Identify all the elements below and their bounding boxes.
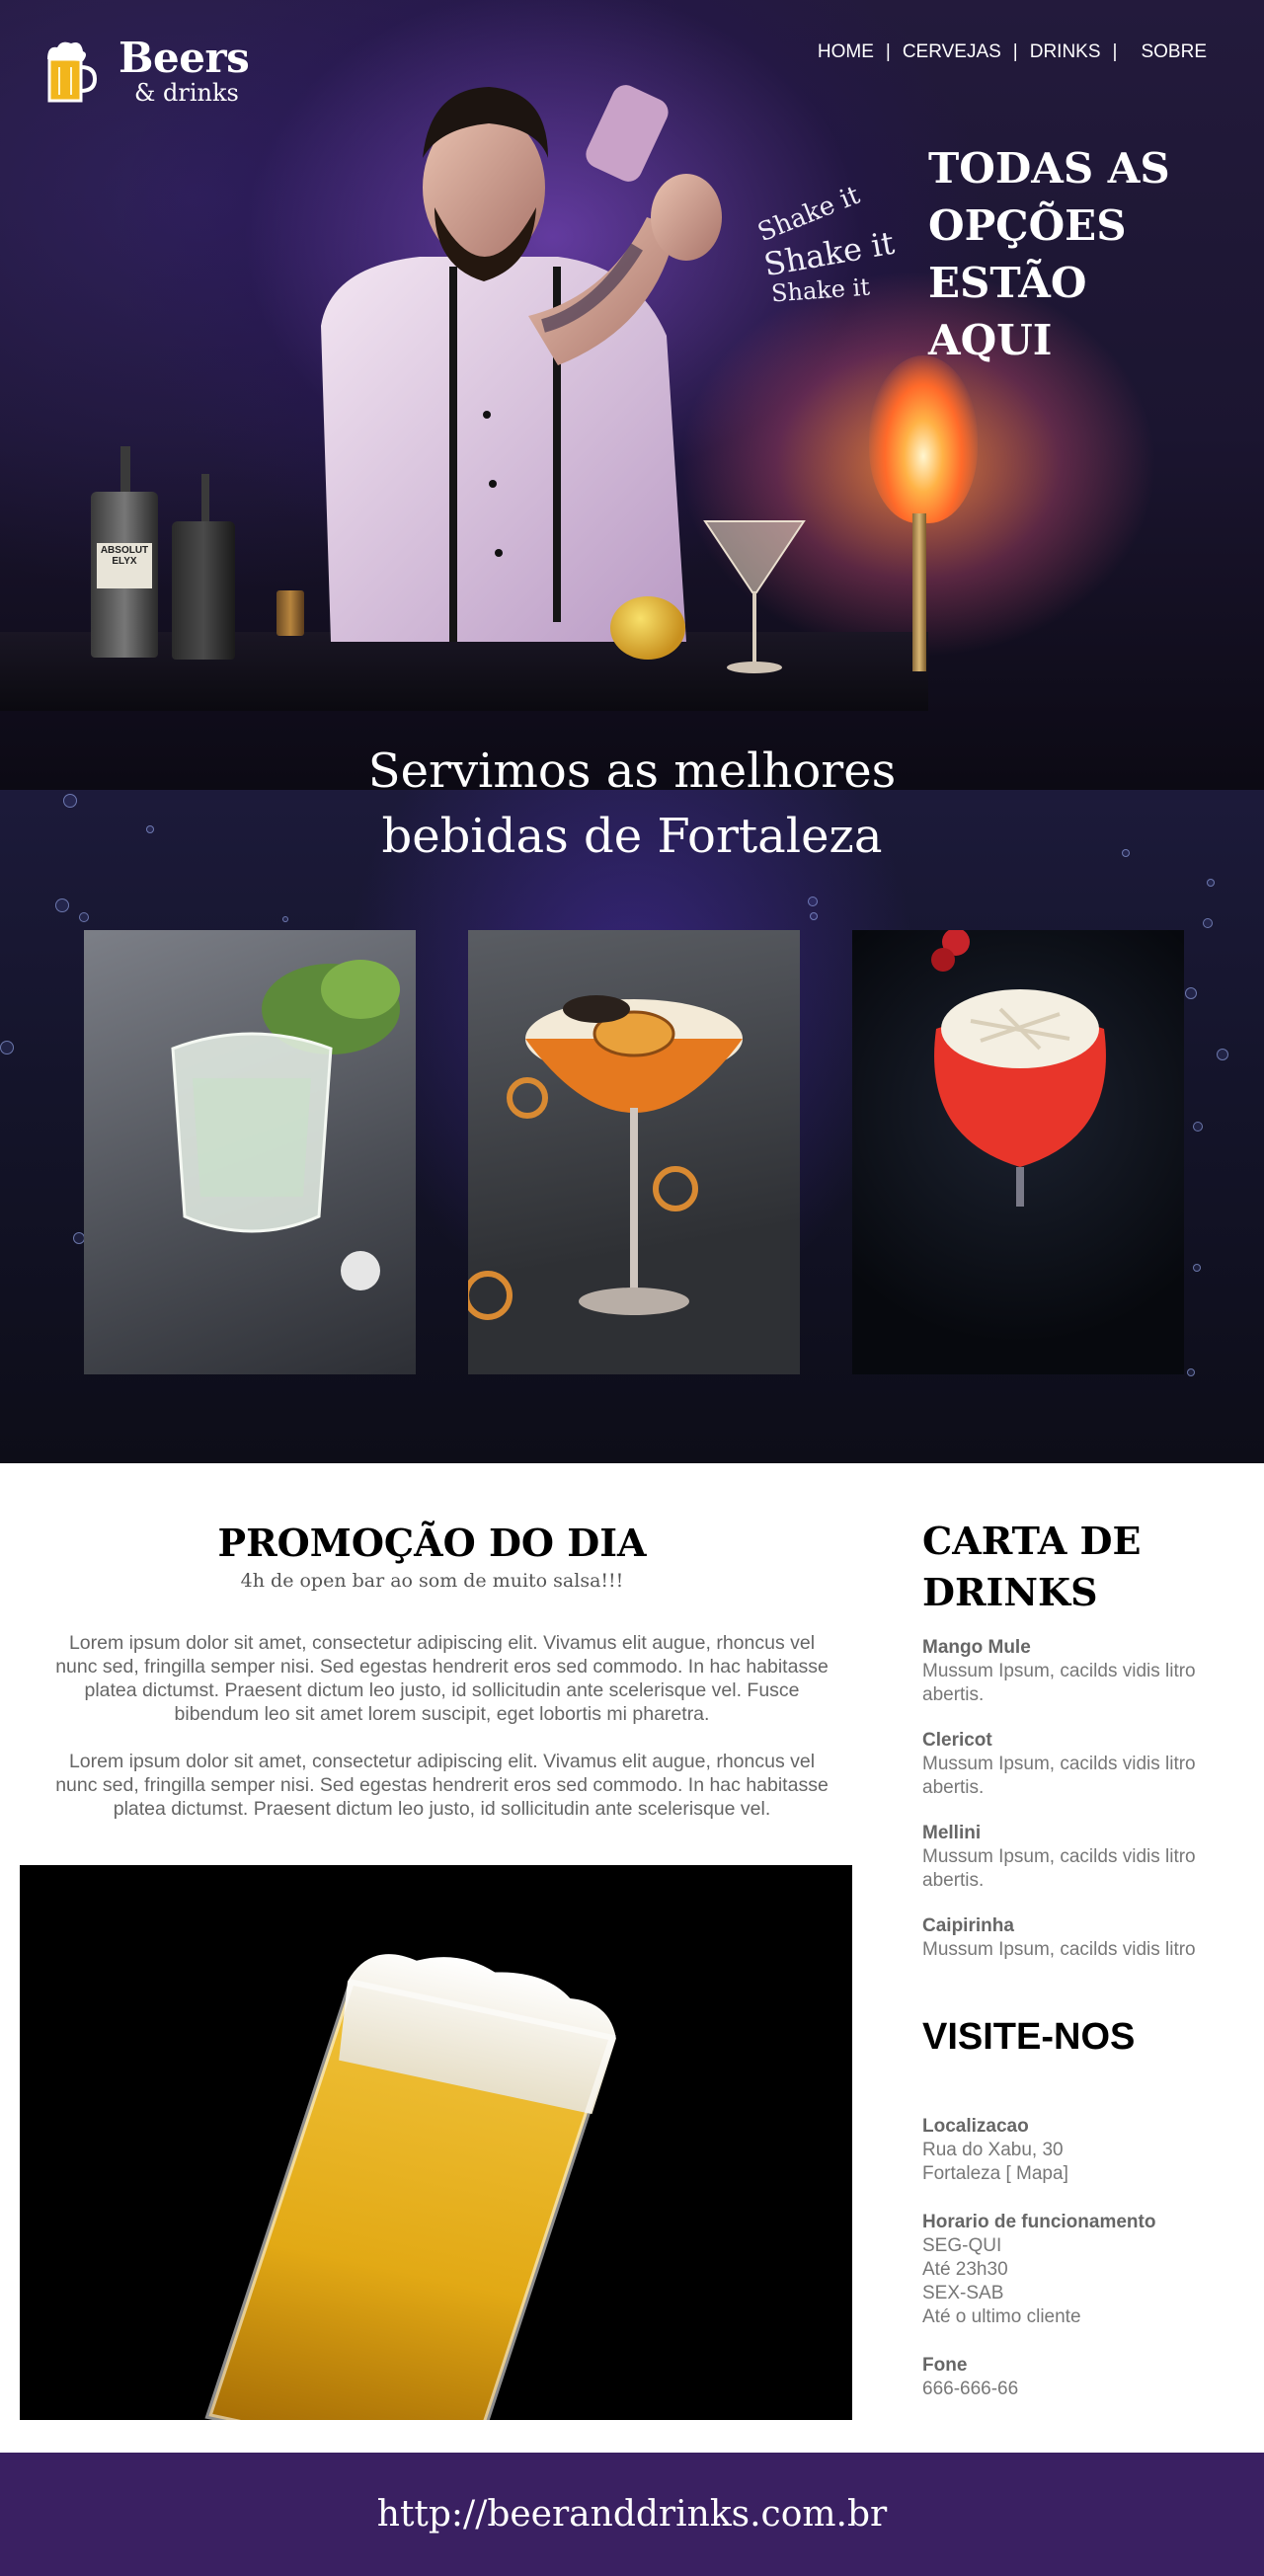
menu-item-name: Mango Mule	[922, 1637, 1031, 1658]
menu-item-desc: Mussum Ipsum, cacilds vidis litro	[922, 1846, 1196, 1867]
drinks-gallery: Servimos as melhores bebidas de Fortalez…	[0, 743, 1264, 1463]
page: ABSOLUT ELYX Beers & drinks HOME | CERVE…	[0, 0, 1264, 2576]
brand-subtitle: & drinks	[134, 79, 239, 107]
paragraph-line: Lorem ipsum dolor sit amet, consectetur …	[68, 1632, 816, 1654]
lemon-image	[610, 596, 685, 660]
hours-label: Horario de funcionamento	[922, 2212, 1156, 2232]
paragraph-line: nunc sed, fringilla semper nisi. Sed ege…	[55, 1656, 829, 1678]
hours-line: Até o ultimo cliente	[922, 2306, 1081, 2327]
drink-photo-orange-cocktail[interactable]	[468, 930, 800, 1374]
fire-image	[869, 355, 978, 523]
promo-title: PROMOÇÃO DO DIA	[217, 1521, 647, 1565]
menu-item: Clericot Mussum Ipsum, cacilds vidis lit…	[922, 1729, 1248, 1800]
location-info: Localizacao Rua do Xabu, 30 Fortaleza [ …	[922, 2115, 1248, 2186]
paragraph-line: Lorem ipsum dolor sit amet, consectetur …	[68, 1751, 816, 1772]
hours-line: SEG-QUI	[922, 2235, 1002, 2256]
menu-item-desc: Mussum Ipsum, cacilds vidis litro	[922, 1661, 1196, 1681]
address-line: Rua do Xabu, 30	[922, 2140, 1064, 2160]
menu-item-desc: Mussum Ipsum, cacilds vidis litro	[922, 1754, 1196, 1774]
promo-paragraph-1: Lorem ipsum dolor sit amet, consectetur …	[40, 1631, 844, 1726]
drink-photo-red-cocktail[interactable]	[852, 930, 1184, 1374]
nav-home[interactable]: HOME	[806, 41, 886, 63]
address-line[interactable]: Fortaleza [ Mapa]	[922, 2162, 1248, 2186]
tagline-line: TODAS AS	[928, 144, 1170, 193]
footer-url-link[interactable]: http://beeranddrinks.com.br	[377, 2494, 887, 2535]
nav-cervejas[interactable]: CERVEJAS	[891, 41, 1013, 63]
phone-label: Fone	[922, 2355, 968, 2376]
nav-separator: |	[1112, 41, 1118, 62]
bartender-image	[321, 85, 722, 642]
bottle-neck	[120, 446, 130, 494]
beer-glass-photo	[20, 1865, 852, 2420]
title-line: bebidas de Fortaleza	[381, 809, 883, 864]
phone-number[interactable]: 666-666-66	[922, 2378, 1248, 2401]
site-logo[interactable]: Beers & drinks	[45, 34, 263, 113]
paragraph-line: bibendum leo sit amet lorem suscipit, eg…	[174, 1703, 710, 1725]
main-nav: HOME | CERVEJAS | DRINKS | SOBRE	[806, 41, 1219, 63]
jigger-image	[276, 590, 304, 636]
footer: http://beeranddrinks.com.br	[0, 2453, 1264, 2576]
menu-item: Mellini Mussum Ipsum, cacilds vidis litr…	[922, 1822, 1248, 1893]
paragraph-line: nunc sed, fringilla semper nisi. Sed ege…	[55, 1774, 829, 1796]
bottle-label: ABSOLUT ELYX	[97, 543, 152, 588]
title-line: Servimos as melhores	[367, 743, 897, 799]
promo-paragraph-2: Lorem ipsum dolor sit amet, consectetur …	[40, 1750, 844, 1821]
drinks-menu: CARTA DE DRINKS Mango Mule Mussum Ipsum,…	[922, 1516, 1248, 1962]
shake-it-text: Shake it Shake it Shake it	[753, 178, 904, 316]
menu-item-desc: abertis.	[922, 1777, 985, 1798]
menu-item-desc: Mussum Ipsum, cacilds vidis litro	[922, 1939, 1196, 1960]
promo-subtitle: 4h de open bar ao som de muito salsa!!!	[240, 1570, 624, 1592]
beer-mug-icon	[47, 41, 97, 103]
phone-info: Fone 666-666-66	[922, 2354, 1248, 2401]
tagline-line: ESTÃO AQUI	[928, 259, 1087, 364]
shake-it-line: Shake it	[770, 273, 871, 308]
menu-item: Mango Mule Mussum Ipsum, cacilds vidis l…	[922, 1636, 1248, 1707]
red-cocktail-image	[931, 930, 1106, 1207]
drink-photo-mojito[interactable]	[84, 930, 416, 1374]
menu-item: Caipirinha Mussum Ipsum, cacilds vidis l…	[922, 1914, 1248, 1962]
brand-name: Beers	[118, 34, 250, 82]
hours-info: Horario de funcionamento SEG-QUI Até 23h…	[922, 2211, 1248, 2329]
hero-tagline: TODAS AS OPÇÕES ESTÃO AQUI	[928, 140, 1224, 369]
menu-item-name: Caipirinha	[922, 1915, 1014, 1936]
title-line: DRINKS	[922, 1570, 1098, 1614]
menu-item-desc: abertis.	[922, 1684, 985, 1705]
hours-line: SEX-SAB	[922, 2283, 1004, 2303]
bottle-image: ABSOLUT ELYX	[91, 492, 158, 658]
location-label: Localizacao	[922, 2116, 1029, 2137]
menu-item-desc: abertis.	[922, 1870, 985, 1891]
visit-title: VISITE-NOS	[922, 2016, 1136, 2058]
paragraph-line: platea dictumst. Praesent dictum leo jus…	[113, 1798, 771, 1820]
mojito-glass-image	[171, 960, 400, 1290]
beer-glass-image	[204, 1954, 616, 2420]
nav-sobre[interactable]: SOBRE	[1129, 41, 1219, 63]
nav-drinks[interactable]: DRINKS	[1018, 41, 1113, 63]
hero-banner: ABSOLUT ELYX Beers & drinks HOME | CERVE…	[0, 0, 1264, 790]
bottle-neck	[201, 474, 209, 525]
menu-item-name: Clericot	[922, 1730, 992, 1751]
tagline-line: OPÇÕES	[928, 201, 1127, 250]
martini-glass-image	[703, 520, 806, 673]
menu-title: CARTA DE DRINKS	[922, 1516, 1248, 1618]
torch-image	[912, 513, 926, 671]
hours-line: Até 23h30	[922, 2259, 1008, 2280]
orange-cocktail-image	[468, 995, 743, 1320]
bottle-image	[172, 521, 235, 660]
menu-item-name: Mellini	[922, 1823, 982, 1843]
paragraph-line: platea dictumst. Praesent dictum leo jus…	[84, 1679, 800, 1701]
drinks-section-title: Servimos as melhores bebidas de Fortalez…	[0, 739, 1264, 869]
title-line: CARTA DE	[922, 1519, 1142, 1563]
